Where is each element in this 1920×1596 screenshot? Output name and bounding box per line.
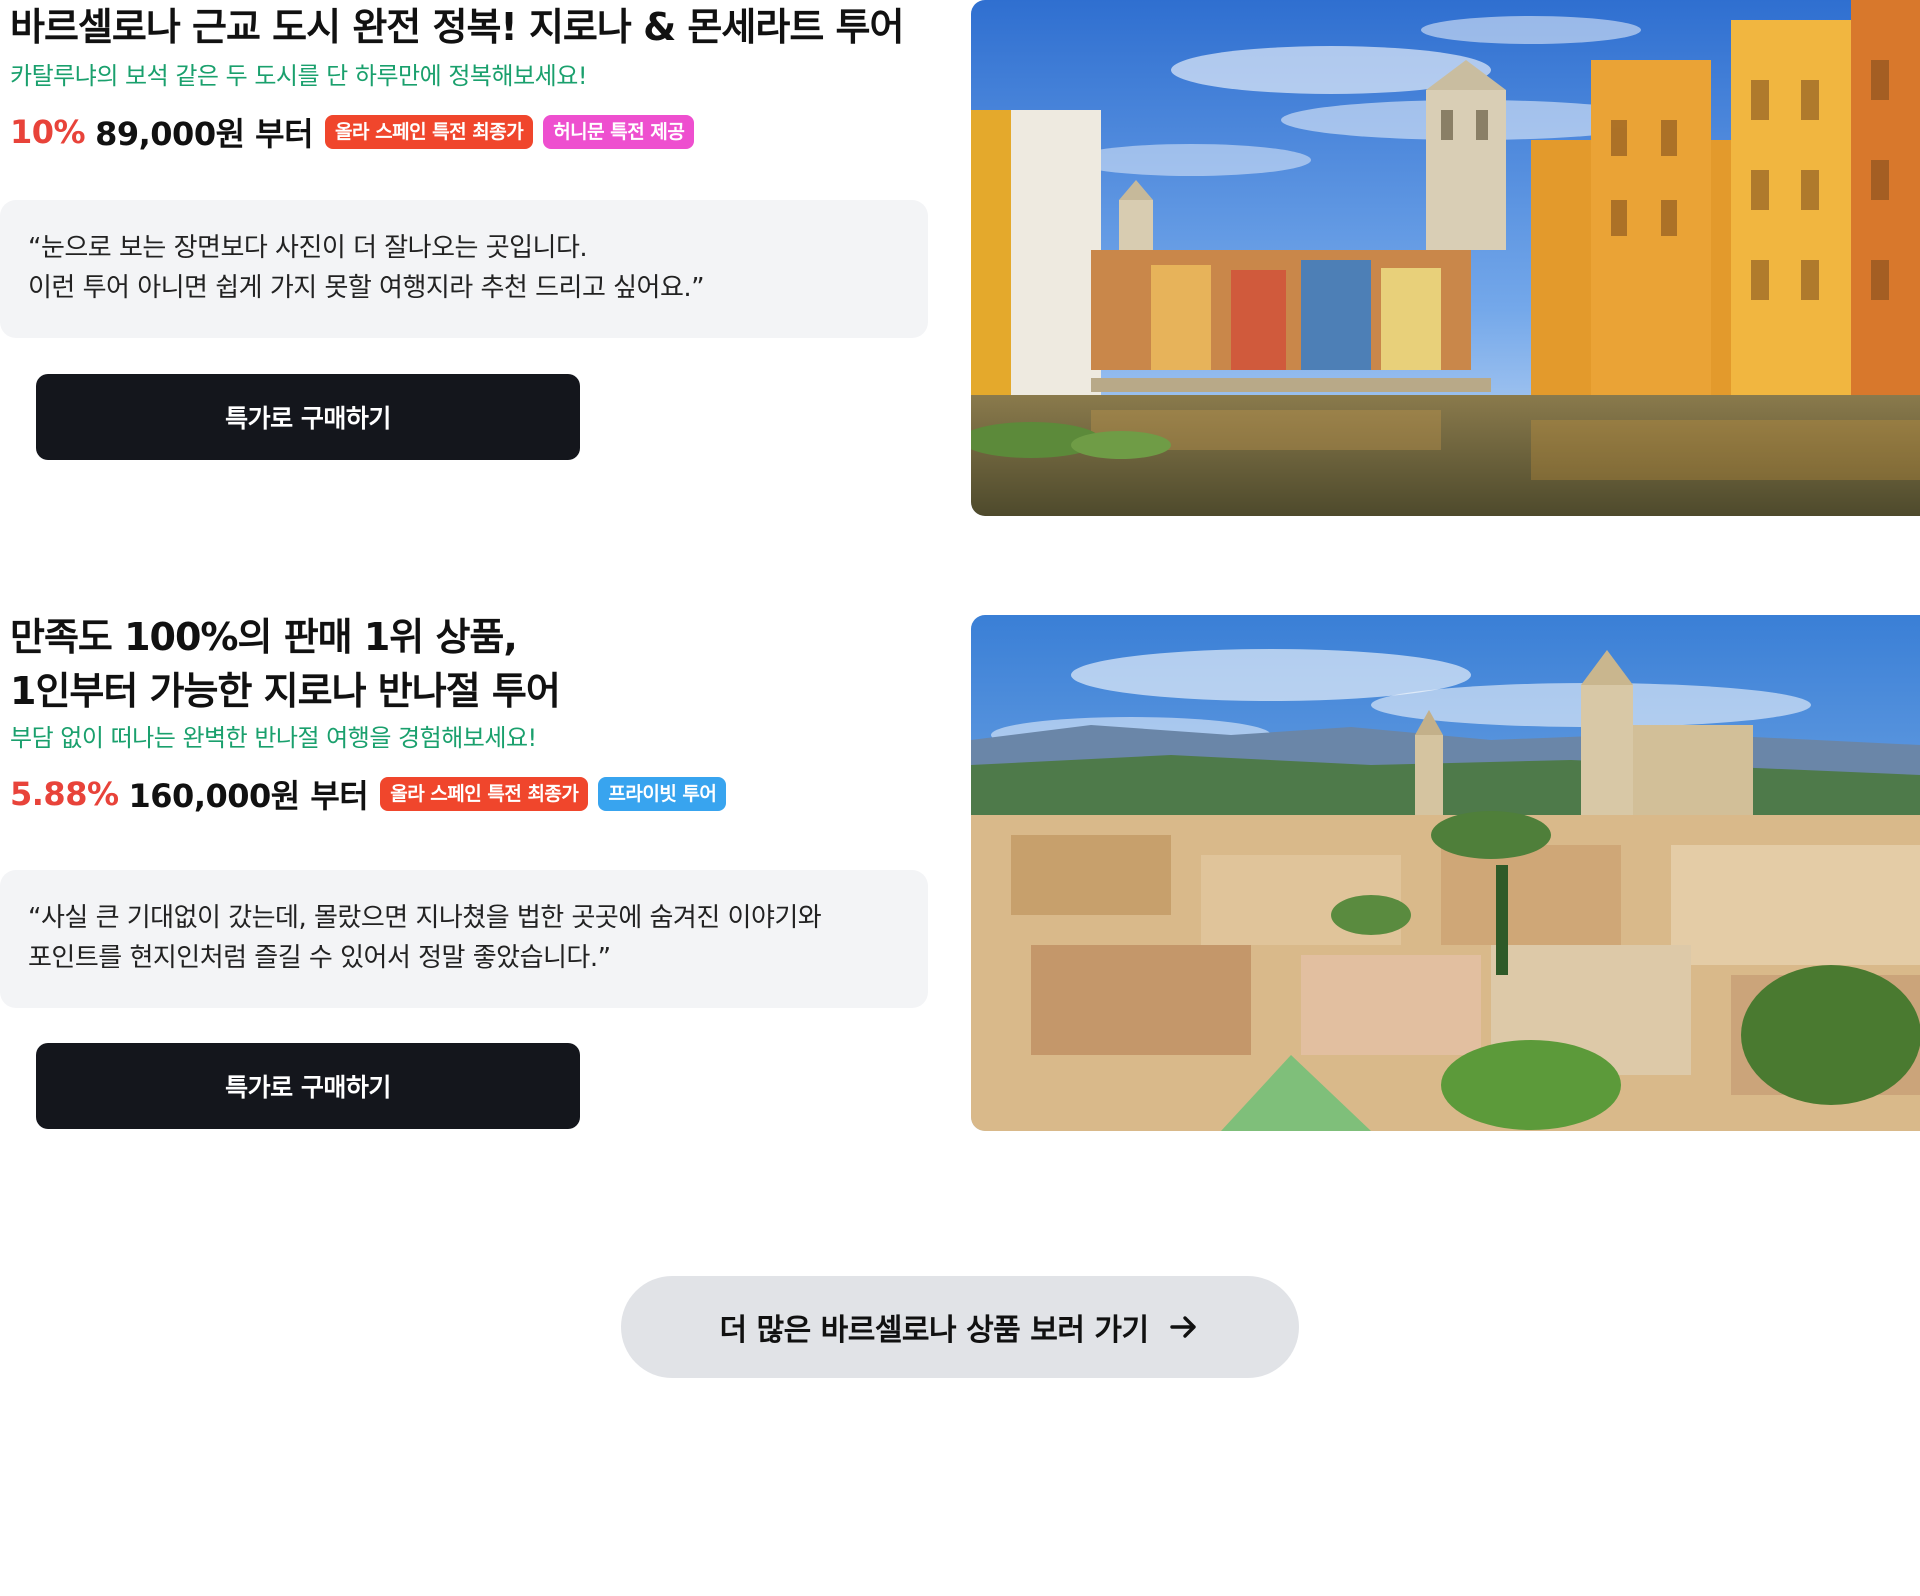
price-row: 10% 89,000원 부터 올라 스페인 특전 최종가 허니문 특전 제공 — [10, 110, 940, 154]
arrow-right-icon — [1167, 1310, 1201, 1344]
review-line: 이런 투어 아니면 쉽게 가지 못할 여행지라 추천 드리고 싶어요.” — [28, 273, 705, 303]
product-title: 만족도 100%의 판매 1위 상품, 1인부터 가능한 지로나 반나절 투어 — [10, 615, 561, 713]
badge-final-price: 올라 스페인 특전 최종가 — [380, 777, 589, 811]
product-info: 만족도 100%의 판매 1위 상품, 1인부터 가능한 지로나 반나절 투어 … — [10, 610, 940, 816]
review-quote: “눈으로 보는 장면보다 사진이 더 잘나오는 곳입니다. 이런 투어 아니면 … — [0, 200, 928, 338]
product-subtitle: 카탈루냐의 보석 같은 두 도시를 단 하루만에 정복해보세요! — [10, 62, 587, 90]
buy-button[interactable]: 특가로 구매하기 — [36, 374, 580, 460]
product-info: 바르셀로나 근교 도시 완전 정복! 지로나 & 몬세라트 투어 카탈루냐의 보… — [10, 0, 940, 154]
badge-private-tour: 프라이빗 투어 — [598, 777, 727, 811]
review-quote: “사실 큰 기대없이 갔는데, 몰랐으면 지나쳤을 법한 곳곳에 숨겨진 이야기… — [0, 870, 928, 1008]
review-line: “사실 큰 기대없이 갔는데, 몰랐으면 지나쳤을 법한 곳곳에 숨겨진 이야기… — [28, 903, 822, 933]
discount-rate: 5.88% — [10, 775, 119, 813]
product-card-2: 만족도 100%의 판매 1위 상품, 1인부터 가능한 지로나 반나절 투어 … — [0, 610, 1920, 1140]
review-line: “눈으로 보는 장면보다 사진이 더 잘나오는 곳입니다. — [28, 233, 588, 263]
old-town-panorama-photo — [971, 615, 1920, 1131]
price: 89,000원 부터 — [95, 115, 314, 153]
discount-rate: 10% — [10, 113, 86, 151]
product-card-1: 바르셀로나 근교 도시 완전 정복! 지로나 & 몬세라트 투어 카탈루냐의 보… — [0, 0, 1920, 520]
review-line: 포인트를 현지인처럼 즐길 수 있어서 정말 좋았습니다.” — [28, 943, 611, 973]
badge-final-price: 올라 스페인 특전 최종가 — [325, 115, 534, 149]
product-title: 바르셀로나 근교 도시 완전 정복! 지로나 & 몬세라트 투어 — [10, 5, 904, 49]
product-subtitle: 부담 없이 떠나는 완벽한 반나절 여행을 경험해보세요! — [10, 724, 537, 752]
colorful-riverside-houses-photo — [971, 0, 1920, 516]
more-button-label: 더 많은 바르셀로나 상품 보러 가기 — [719, 1313, 1149, 1348]
more-barcelona-products-button[interactable]: 더 많은 바르셀로나 상품 보러 가기 — [621, 1276, 1299, 1378]
badge-honeymoon: 허니문 특전 제공 — [543, 115, 695, 149]
buy-button[interactable]: 특가로 구매하기 — [36, 1043, 580, 1129]
price-row: 5.88% 160,000원 부터 올라 스페인 특전 최종가 프라이빗 투어 — [10, 772, 940, 816]
price: 160,000원 부터 — [128, 777, 369, 815]
